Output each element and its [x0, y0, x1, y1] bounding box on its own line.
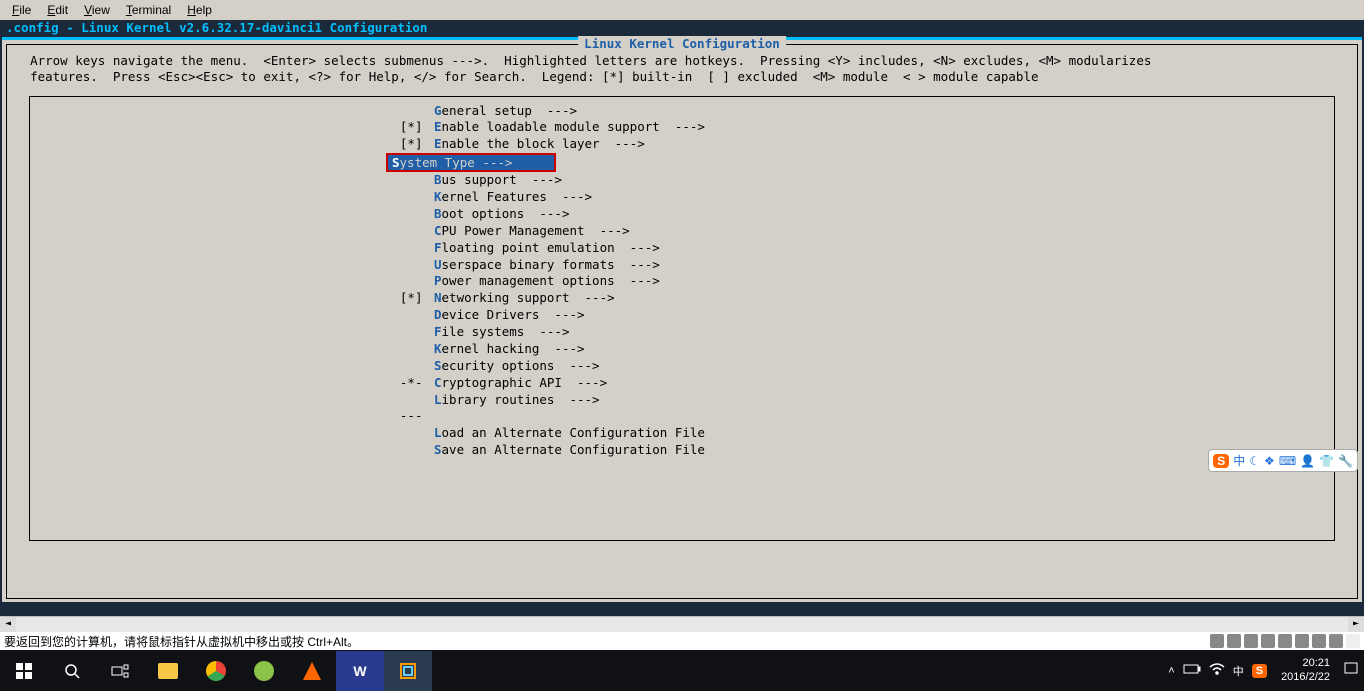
vm-icon[interactable]	[1261, 634, 1275, 648]
menu-item[interactable]: Kernel hacking --->	[30, 341, 1334, 358]
menu-item[interactable]: Kernel Features --->	[30, 189, 1334, 206]
tray-chevron-icon[interactable]: ˄	[1168, 665, 1174, 677]
menu-item[interactable]: General setup --->	[30, 103, 1334, 120]
ime-symbol-icon[interactable]: ❖	[1264, 454, 1275, 468]
scroll-left-arrow[interactable]: ◄	[0, 617, 16, 632]
search-button[interactable]	[48, 651, 96, 691]
menu-item-selected[interactable]: System Type --->	[386, 153, 556, 172]
taskbar-clock[interactable]: 20:21 2016/2/22	[1275, 657, 1336, 683]
vm-icon[interactable]	[1227, 634, 1241, 648]
ime-lang-icon[interactable]: 中	[1233, 452, 1245, 469]
menu-item[interactable]: Power management options --->	[30, 273, 1334, 290]
menu-terminal[interactable]: Terminal	[118, 1, 179, 19]
menu-item[interactable]: CPU Power Management --->	[30, 223, 1334, 240]
menu-item[interactable]: Userspace binary formats --->	[30, 257, 1334, 274]
ime-user-icon[interactable]: 👤	[1300, 454, 1315, 468]
menubar: File Edit View Terminal Help	[0, 0, 1364, 20]
taskbar-browser-icon[interactable]	[240, 651, 288, 691]
vm-icon[interactable]	[1278, 634, 1292, 648]
menu-item[interactable]: Bus support --->	[30, 172, 1334, 189]
vm-status-icons	[1210, 634, 1360, 648]
ime-keyboard-icon[interactable]: ⌨	[1279, 454, 1296, 468]
vm-icon[interactable]	[1295, 634, 1309, 648]
vm-hint-bar: 要返回到您的计算机，请将鼠标指针从虚拟机中移出或按 Ctrl+Alt。	[0, 632, 1364, 650]
tray-notifications-icon[interactable]	[1344, 662, 1358, 679]
taskview-button[interactable]	[96, 651, 144, 691]
menu-item[interactable]: [*] Enable loadable module support --->	[30, 119, 1334, 136]
box-title: Linux Kernel Configuration	[578, 36, 786, 51]
ime-bar[interactable]: S 中 ☾ ❖ ⌨ 👤 👕 🔧	[1208, 449, 1358, 472]
menu-item[interactable]: [*] Networking support --->	[30, 290, 1334, 307]
ime-skin-icon[interactable]: 👕	[1319, 454, 1334, 468]
vm-icon[interactable]	[1346, 634, 1360, 648]
taskbar: W ˄ 中 S 20:21 2016/2/22	[0, 650, 1364, 691]
menu-file[interactable]: File	[4, 1, 39, 19]
clock-time: 20:21	[1281, 657, 1330, 670]
horizontal-scrollbar[interactable]: ◄ ►	[0, 616, 1364, 632]
vm-icon[interactable]	[1312, 634, 1326, 648]
menu-edit[interactable]: Edit	[39, 1, 76, 19]
menu-item[interactable]: -*- Cryptographic API --->	[30, 375, 1334, 392]
taskbar-vlc-icon[interactable]	[288, 651, 336, 691]
tray-sogou-icon[interactable]: S	[1252, 664, 1267, 678]
ime-moon-icon[interactable]: ☾	[1249, 454, 1260, 468]
taskbar-vmware-icon[interactable]	[384, 651, 432, 691]
ime-badge[interactable]: S	[1213, 454, 1229, 468]
menu-item[interactable]: File systems --->	[30, 324, 1334, 341]
menu-item[interactable]: Load an Alternate Configuration File	[30, 425, 1334, 442]
menu-help[interactable]: Help	[179, 1, 220, 19]
menu-item[interactable]: Save an Alternate Configuration File	[30, 442, 1334, 459]
menu-item[interactable]: ---	[30, 408, 1334, 425]
config-body: Linux Kernel Configuration Arrow keys na…	[2, 37, 1362, 602]
taskbar-explorer-icon[interactable]	[144, 651, 192, 691]
help-text: Arrow keys navigate the menu. <Enter> se…	[13, 49, 1351, 96]
vm-hint-text: 要返回到您的计算机，请将鼠标指针从虚拟机中移出或按 Ctrl+Alt。	[4, 633, 359, 650]
menu-item[interactable]: Library routines --->	[30, 392, 1334, 409]
tray-wifi-icon[interactable]	[1209, 663, 1225, 678]
ime-wrench-icon[interactable]: 🔧	[1338, 454, 1353, 468]
clock-date: 2016/2/22	[1281, 671, 1330, 684]
inner-box: Linux Kernel Configuration Arrow keys na…	[6, 44, 1358, 599]
menu-item[interactable]: Security options --->	[30, 358, 1334, 375]
vm-icon[interactable]	[1210, 634, 1224, 648]
scroll-right-arrow[interactable]: ►	[1348, 617, 1364, 632]
tray-ime-lang[interactable]: 中	[1233, 663, 1244, 679]
menu-item[interactable]: Floating point emulation --->	[30, 240, 1334, 257]
start-button[interactable]	[0, 651, 48, 691]
menu-item[interactable]: [*] Enable the block layer --->	[30, 136, 1334, 153]
vm-icon[interactable]	[1244, 634, 1258, 648]
menu-item[interactable]: Device Drivers --->	[30, 307, 1334, 324]
taskbar-chrome-icon[interactable]	[192, 651, 240, 691]
menu-box[interactable]: General setup --->[*] Enable loadable mo…	[29, 96, 1335, 541]
menu-view[interactable]: View	[76, 1, 118, 19]
terminal-container: .config - Linux Kernel v2.6.32.17-davinc…	[0, 20, 1364, 632]
taskbar-wps-icon[interactable]: W	[336, 651, 384, 691]
vm-icon[interactable]	[1329, 634, 1343, 648]
window-title: .config - Linux Kernel v2.6.32.17-davinc…	[0, 20, 1364, 35]
menu-item[interactable]: Boot options --->	[30, 206, 1334, 223]
tray-battery-icon[interactable]	[1183, 664, 1201, 677]
